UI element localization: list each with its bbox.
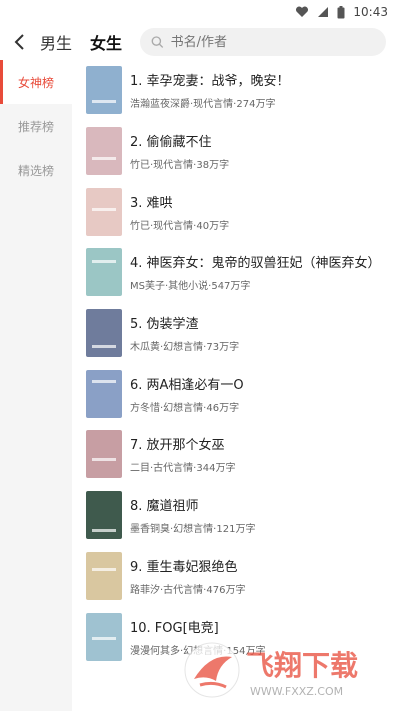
book-title: 4. 神医弃女：鬼帝的驭兽狂妃（神医弃女） — [130, 256, 381, 272]
book-info: MS芙子·其他小说·547万字 — [130, 281, 251, 293]
header: 男生 女生 — [0, 24, 400, 60]
book-title: 3. 难哄 — [130, 195, 173, 211]
book-item[interactable]: 8. 魔道祖师 墨香铜臭·幻想言情·121万字 — [86, 485, 400, 546]
chevron-left-icon — [14, 34, 24, 50]
book-title: 10. FOG[电竞] — [130, 620, 219, 636]
back-button[interactable] — [8, 28, 30, 56]
book-info: 墨香铜臭·幻想言情·121万字 — [130, 524, 256, 536]
status-time: 10:43 — [353, 5, 388, 19]
book-cover — [86, 66, 122, 115]
book-item[interactable]: 10. FOG[电竞] 漫漫何其多·幻想言情·154万字 — [86, 606, 400, 667]
book-item[interactable]: 9. 重生毒妃狠绝色 路菲汐·古代言情·476万字 — [86, 546, 400, 607]
sidebar-item-recommend-rank[interactable]: 推荐榜 — [0, 104, 72, 148]
book-title: 1. 幸孕宠妻：战爷，晚安！ — [130, 74, 290, 90]
book-item[interactable]: 6. 两A相逢必有一O 方冬惜·幻想言情·46万字 — [86, 363, 400, 424]
book-cover — [86, 187, 122, 236]
book-item[interactable]: 4. 神医弃女：鬼帝的驭兽狂妃（神医弃女） MS芙子·其他小说·547万字 — [86, 242, 400, 303]
book-cover — [86, 369, 122, 418]
search-bar[interactable] — [140, 28, 386, 56]
book-title: 9. 重生毒妃狠绝色 — [130, 559, 238, 575]
book-info: 路菲汐·古代言情·476万字 — [130, 584, 246, 596]
book-cover — [86, 127, 122, 176]
content: 女神榜 推荐榜 精选榜 1. 幸孕宠妻：战爷，晚安！ 浩瀚蓝夜深爵·现代言情·2… — [0, 60, 400, 711]
sidebar-item-goddess-rank[interactable]: 女神榜 — [0, 60, 72, 104]
book-list: 1. 幸孕宠妻：战爷，晚安！ 浩瀚蓝夜深爵·现代言情·274万字 2. 偷偷藏不… — [72, 60, 400, 711]
book-info: 浩瀚蓝夜深爵·现代言情·274万字 — [130, 99, 276, 111]
book-item[interactable]: 3. 难哄 竹已·现代言情·40万字 — [86, 181, 400, 242]
search-icon — [151, 36, 164, 48]
book-info: 木瓜黄·幻想言情·73万字 — [130, 342, 240, 354]
book-info: 竹已·现代言情·40万字 — [130, 220, 230, 232]
book-item[interactable]: 5. 伪装学渣 木瓜黄·幻想言情·73万字 — [86, 303, 400, 364]
book-cover — [86, 551, 122, 600]
book-title: 8. 魔道祖师 — [130, 499, 199, 515]
tab-female[interactable]: 女生 — [90, 30, 122, 54]
book-item[interactable]: 7. 放开那个女巫 二目·古代言情·344万字 — [86, 424, 400, 485]
book-title: 2. 偷偷藏不住 — [130, 135, 212, 151]
book-cover — [86, 430, 122, 479]
heart-icon — [295, 6, 309, 18]
signal-icon — [317, 6, 329, 18]
book-info: 二目·古代言情·344万字 — [130, 463, 236, 475]
search-input[interactable] — [170, 34, 376, 50]
sidebar: 女神榜 推荐榜 精选榜 — [0, 60, 72, 711]
book-cover — [86, 248, 122, 297]
book-info: 方冬惜·幻想言情·46万字 — [130, 402, 240, 414]
book-item[interactable]: 2. 偷偷藏不住 竹已·现代言情·38万字 — [86, 121, 400, 182]
sidebar-item-selected-rank[interactable]: 精选榜 — [0, 148, 72, 192]
book-cover — [86, 612, 122, 661]
book-title: 6. 两A相逢必有一O — [130, 377, 244, 393]
book-item[interactable]: 1. 幸孕宠妻：战爷，晚安！ 浩瀚蓝夜深爵·现代言情·274万字 — [86, 60, 400, 121]
tab-male[interactable]: 男生 — [40, 30, 72, 54]
book-info: 竹已·现代言情·38万字 — [130, 160, 230, 172]
book-cover — [86, 309, 122, 358]
book-title: 7. 放开那个女巫 — [130, 438, 225, 454]
book-title: 5. 伪装学渣 — [130, 317, 199, 333]
status-bar: 10:43 — [0, 0, 400, 24]
book-info: 漫漫何其多·幻想言情·154万字 — [130, 645, 266, 657]
book-cover — [86, 491, 122, 540]
battery-icon — [337, 5, 345, 19]
